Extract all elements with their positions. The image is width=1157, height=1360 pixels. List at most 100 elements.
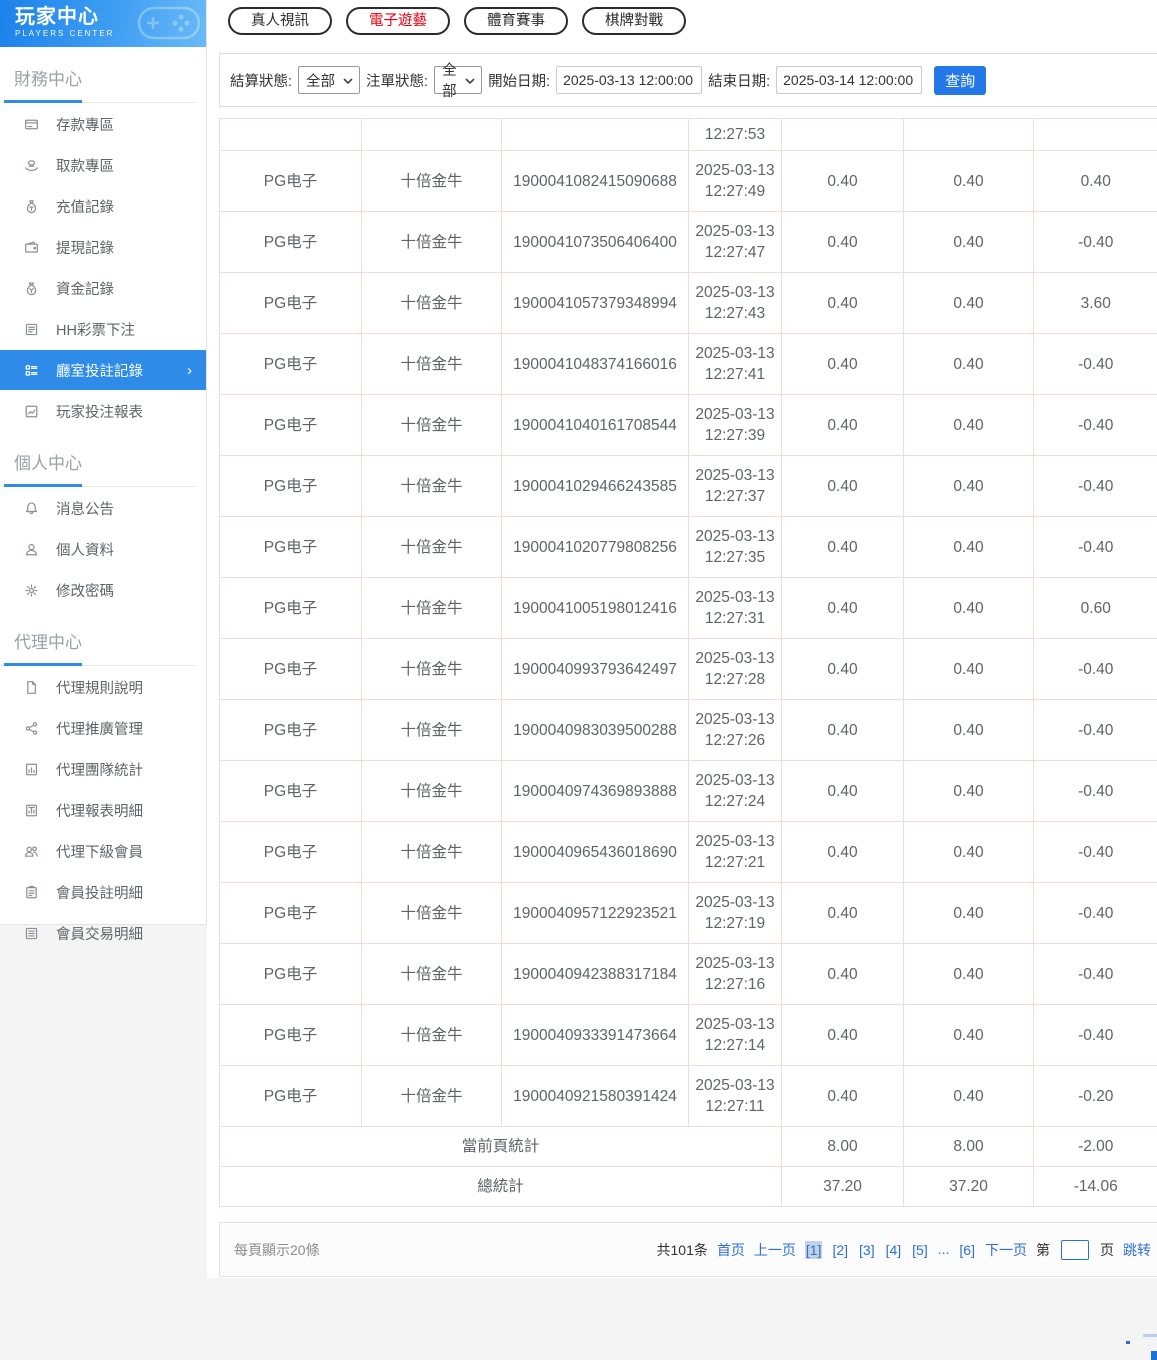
table-row: PG电子十倍金牛19000410401617085442025-03-1312:… — [220, 395, 1157, 456]
gamepad-icon — [136, 1, 204, 47]
members-icon — [24, 843, 40, 859]
cell-game: 十倍金牛 — [362, 151, 502, 212]
cell-bet: 0.40 — [782, 639, 904, 700]
cell-profit: -0.40 — [1034, 822, 1157, 883]
cell-valid: 0.40 — [904, 1005, 1034, 1066]
cell-game: 十倍金牛 — [362, 1066, 502, 1127]
table-row: PG电子十倍金牛19000409423883171842025-03-1312:… — [220, 944, 1157, 1005]
next-page-link[interactable]: 下一页 — [985, 1240, 1027, 1260]
cell-game: 十倍金牛 — [362, 883, 502, 944]
sidebar-item-announcements[interactable]: 消息公告 — [0, 488, 206, 528]
summary-row-page: 當前頁統計 8.00 8.00 -2.00 — [220, 1127, 1157, 1167]
first-page-link[interactable]: 首页 — [717, 1240, 745, 1260]
tab-live-video[interactable]: 真人視訊 — [228, 7, 332, 35]
sidebar-item-recharge-records[interactable]: 充值記錄 — [0, 186, 206, 226]
cell-profit: -0.40 — [1034, 334, 1157, 395]
cell-game: 十倍金牛 — [362, 700, 502, 761]
cell-bet: 0.40 — [782, 395, 904, 456]
sidebar-item-agent-rules[interactable]: 代理規則說明 — [0, 667, 206, 707]
sidebar-item-label: HH彩票下注 — [56, 319, 135, 340]
sidebar-item-agent-downline-members[interactable]: 代理下級會員 — [0, 831, 206, 871]
cell-order: 1900040983039500288 — [502, 700, 689, 761]
cell-bet: 0.40 — [782, 151, 904, 212]
goto-button[interactable]: 跳转 — [1123, 1240, 1151, 1260]
sidebar-item-change-password[interactable]: 修改密碼 — [0, 570, 206, 610]
cell-time: 2025-03-1312:27:31 — [689, 578, 782, 639]
cell-order: 1900040933391473664 — [502, 1005, 689, 1066]
cell-bet: 0.40 — [782, 1066, 904, 1127]
cell-bet: 0.40 — [782, 334, 904, 395]
cell-profit: -0.40 — [1034, 883, 1157, 944]
cell-provider: PG电子 — [220, 1005, 362, 1066]
cell-provider: PG电子 — [220, 151, 362, 212]
sidebar-item-funds-records[interactable]: 資金記錄 — [0, 268, 206, 308]
tab-board-card-games[interactable]: 棋牌對戰 — [582, 7, 686, 35]
report-detail-icon — [24, 802, 40, 818]
summary-row-total: 總統計 37.20 37.20 -14.06 — [220, 1167, 1157, 1207]
cell-order: 1900040993793642497 — [502, 639, 689, 700]
share-icon — [24, 720, 40, 736]
cell-order: 1900040974369893888 — [502, 761, 689, 822]
page-link-2[interactable]: [2] — [831, 1241, 849, 1259]
cell-valid: 0.40 — [904, 1066, 1034, 1127]
sidebar-item-withdraw-zone[interactable]: 取款專區 — [0, 145, 206, 185]
sidebar-item-label: 代理下級會員 — [56, 841, 143, 862]
chevron-down-icon — [343, 72, 353, 88]
page-link-7[interactable]: [6] — [958, 1241, 976, 1259]
cell-time: 2025-03-1312:27:37 — [689, 456, 782, 517]
sidebar-item-label: 個人資料 — [56, 539, 114, 560]
funds-bag-icon — [24, 280, 40, 296]
sidebar-item-member-transaction-detail[interactable]: 會員交易明細 — [0, 913, 206, 953]
end-date-input[interactable] — [776, 66, 922, 94]
cell-time: 2025-03-1312:27:47 — [689, 212, 782, 273]
sidebar-item-room-bet-records[interactable]: 廳室投註記錄› — [0, 350, 206, 390]
cell-game: 十倍金牛 — [362, 822, 502, 883]
sidebar-item-agent-report-detail[interactable]: 代理報表明細 — [0, 790, 206, 830]
sidebar-item-agent-promotion[interactable]: 代理推廣管理 — [0, 708, 206, 748]
moneybag-icon — [24, 198, 40, 214]
sidebar-item-agent-team-stats[interactable]: 代理團隊統計 — [0, 749, 206, 789]
gear-icon — [24, 582, 40, 598]
cell-profit: -0.40 — [1034, 639, 1157, 700]
start-date-input[interactable] — [556, 66, 702, 94]
cell-order: 1900041048374166016 — [502, 334, 689, 395]
cell-bet: 0.40 — [782, 517, 904, 578]
settle-status-select[interactable]: 全部 — [298, 66, 360, 94]
sidebar-item-label: 充值記錄 — [56, 196, 114, 217]
page-link-3[interactable]: [3] — [858, 1241, 876, 1259]
sidebar-item-player-bet-report[interactable]: 玩家投注報表 — [0, 391, 206, 431]
sidebar-item-label: 會員交易明細 — [56, 923, 143, 944]
sidebar-item-deposit-zone[interactable]: 存款專區 — [0, 104, 206, 144]
sidebar-item-label: 代理團隊統計 — [56, 759, 143, 780]
summary-valid: 37.20 — [904, 1167, 1034, 1207]
sidebar-item-profile[interactable]: 個人資料 — [0, 529, 206, 569]
tab-electronic-games[interactable]: 電子遊藝 — [346, 7, 450, 35]
cell-order: 1900041029466243585 — [502, 456, 689, 517]
user-icon — [24, 541, 40, 557]
cell-valid: 0.40 — [904, 578, 1034, 639]
cell-game: 十倍金牛 — [362, 456, 502, 517]
transaction-list-icon — [24, 925, 40, 941]
order-status-select[interactable]: 全部 — [434, 66, 482, 94]
page-link-5[interactable]: [5] — [911, 1241, 929, 1259]
game-category-tabs: 真人視訊電子遊藝體育賽事棋牌對戰 — [207, 0, 1157, 47]
sidebar-item-member-bet-detail[interactable]: 會員投註明細 — [0, 872, 206, 912]
cell-profit: -0.20 — [1034, 1066, 1157, 1127]
cell-profit: -0.40 — [1034, 1005, 1157, 1066]
sidebar-item-withdraw-records[interactable]: 提現記錄 — [0, 227, 206, 267]
tab-sports-events[interactable]: 體育賽事 — [464, 7, 568, 35]
bet-records-table: 12:27:53 PG电子十倍金牛19000410824150906882025… — [219, 118, 1157, 1207]
cell-valid: 0.40 — [904, 517, 1034, 578]
sidebar-item-hh-lottery-bets[interactable]: HH彩票下注 — [0, 309, 206, 349]
cell-bet: 0.40 — [782, 761, 904, 822]
page-number-input[interactable] — [1061, 1240, 1089, 1260]
page-link-1[interactable]: [1] — [805, 1241, 823, 1259]
prev-page-link[interactable]: 上一页 — [754, 1240, 796, 1260]
section-underline — [0, 100, 196, 103]
cell-game: 十倍金牛 — [362, 639, 502, 700]
sidebar: 玩家中心 PLAYERS CENTER 財務中心存款專區取款專區充值記錄提現記錄… — [0, 0, 207, 925]
cell-order: 1900040921580391424 — [502, 1066, 689, 1127]
search-button[interactable]: 查詢 — [934, 66, 986, 95]
cell-profit: -0.40 — [1034, 212, 1157, 273]
page-link-4[interactable]: [4] — [885, 1241, 903, 1259]
